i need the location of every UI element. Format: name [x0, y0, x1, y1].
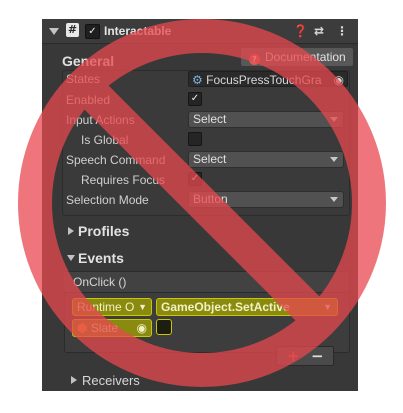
- onclick-label: OnClick (): [73, 275, 127, 289]
- inspector-panel: # ✓ Interactable ❓ ⇄ ⋮ ? Documentation Ge…: [42, 19, 358, 391]
- event-list-buttons: + −: [276, 346, 334, 366]
- onclick-header: OnClick (): [64, 272, 348, 293]
- speech-command-dropdown[interactable]: Select: [188, 151, 344, 168]
- requires-focus-label: Requires Focus: [81, 173, 166, 187]
- is-global-checkbox[interactable]: [188, 132, 202, 146]
- profiles-foldout[interactable]: Profiles: [78, 223, 129, 239]
- component-enabled-checkbox[interactable]: ✓: [85, 24, 100, 39]
- speech-command-value: Select: [193, 152, 227, 166]
- foldout-arrow-icon[interactable]: [49, 28, 59, 35]
- requires-focus-checkbox[interactable]: ✓: [188, 172, 202, 186]
- component-header[interactable]: # ✓ Interactable ❓ ⇄ ⋮: [42, 19, 358, 44]
- events-foldout[interactable]: Events: [78, 250, 124, 266]
- receivers-foldout[interactable]: Receivers: [82, 373, 140, 388]
- input-actions-dropdown[interactable]: Select: [188, 111, 344, 128]
- function-value: GameObject.SetActive: [161, 300, 290, 314]
- dropdown-arrow-icon: ▼: [138, 302, 147, 312]
- gameobject-icon: ⬢: [77, 321, 88, 335]
- object-picker-icon[interactable]: ◉: [137, 320, 147, 336]
- object-picker-icon[interactable]: ◉: [334, 72, 344, 86]
- selection-mode-value: Button: [193, 192, 228, 206]
- states-label: States: [66, 72, 101, 86]
- target-object-value: Slate: [90, 321, 119, 335]
- script-icon: #: [66, 23, 79, 37]
- dropdown-arrow-icon: ▼: [323, 302, 332, 312]
- runtime-dropdown[interactable]: Runtime O ▼: [72, 298, 152, 316]
- is-global-label: Is Global: [81, 133, 129, 147]
- selection-mode-dropdown[interactable]: Button: [188, 191, 344, 208]
- profiles-foldout-icon[interactable]: [68, 227, 74, 235]
- enabled-label: Enabled: [66, 93, 111, 107]
- more-icon[interactable]: ⋮: [336, 24, 348, 38]
- add-event-button[interactable]: +: [287, 347, 300, 365]
- enabled-checkbox[interactable]: ✓: [188, 92, 202, 106]
- documentation-label: Documentation: [265, 50, 346, 64]
- help-icon[interactable]: ❓: [293, 24, 308, 38]
- speech-command-label: Speech Command: [66, 153, 166, 167]
- states-value: FocusPressTouchGra: [206, 73, 322, 87]
- general-heading: General: [62, 53, 115, 69]
- presets-icon[interactable]: ⇄: [314, 24, 324, 38]
- receivers-foldout-icon[interactable]: [71, 376, 77, 384]
- documentation-help-icon: ?: [249, 54, 260, 65]
- selection-mode-label: Selection Mode: [66, 193, 149, 207]
- events-foldout-icon[interactable]: [67, 255, 75, 261]
- remove-event-button[interactable]: −: [311, 347, 324, 365]
- runtime-value: Runtime O: [77, 300, 135, 314]
- dropdown-arrow-icon: [330, 197, 338, 202]
- states-field[interactable]: ⚙ FocusPressTouchGra ◉: [188, 71, 348, 87]
- dropdown-arrow-icon: [330, 117, 338, 122]
- documentation-button[interactable]: ? Documentation: [241, 48, 353, 66]
- input-actions-value: Select: [193, 112, 227, 126]
- dropdown-arrow-icon: [330, 157, 338, 162]
- target-object-field[interactable]: ⬢ Slate ◉: [72, 319, 152, 337]
- setactive-bool-checkbox[interactable]: [156, 319, 172, 335]
- function-dropdown[interactable]: GameObject.SetActive ▼: [156, 298, 338, 316]
- component-title: Interactable: [104, 24, 172, 38]
- states-asset-icon: ⚙: [192, 73, 203, 87]
- input-actions-label: Input Actions: [66, 113, 135, 127]
